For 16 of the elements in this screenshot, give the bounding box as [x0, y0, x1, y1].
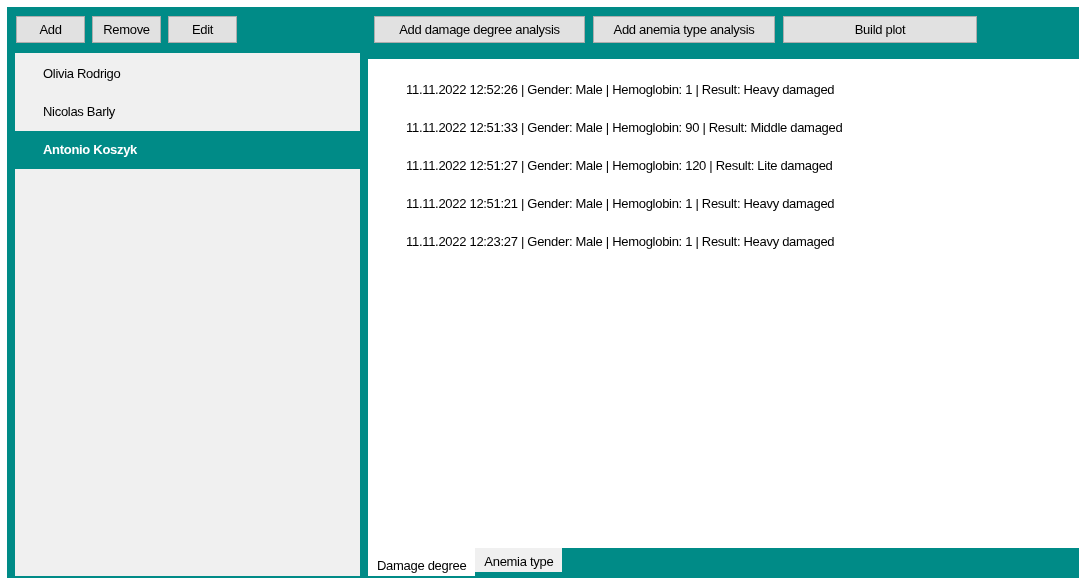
result-item: 11.11.2022 12:52:26 | Gender: Male | Hemoglobin: 1 | Result: Heavy damaged	[406, 81, 836, 99]
tab[interactable]: Damage degree	[368, 548, 476, 576]
result-item: 11.11.2022 12:23:27 | Gender: Male | Hemoglobin: 1 | Result: Heavy damaged	[406, 233, 836, 251]
toolbar-button[interactable]: Build plot	[783, 16, 977, 43]
toolbar-button[interactable]: Edit	[168, 16, 237, 43]
toolbar-button[interactable]: Add	[16, 16, 85, 43]
result-item: 11.11.2022 12:51:27 | Gender: Male | Hemoglobin: 120 | Result: Lite damaged	[406, 157, 834, 175]
patient-item[interactable]: Olivia Rodrigo	[15, 55, 360, 93]
tab[interactable]: Anemia type	[475, 548, 563, 572]
toolbar-button[interactable]: Add damage degree analysis	[374, 16, 585, 43]
toolbar-button[interactable]: Remove	[92, 16, 161, 43]
patient-item[interactable]: Nicolas Barly	[15, 93, 360, 131]
result-item: 11.11.2022 12:51:33 | Gender: Male | Hemoglobin: 90 | Result: Middle damaged	[406, 119, 844, 137]
patient-item[interactable]: Antonio Koszyk	[15, 131, 360, 169]
toolbar-button[interactable]: Add anemia type analysis	[593, 16, 775, 43]
result-item: 11.11.2022 12:51:21 | Gender: Male | Hemoglobin: 1 | Result: Heavy damaged	[406, 195, 836, 213]
